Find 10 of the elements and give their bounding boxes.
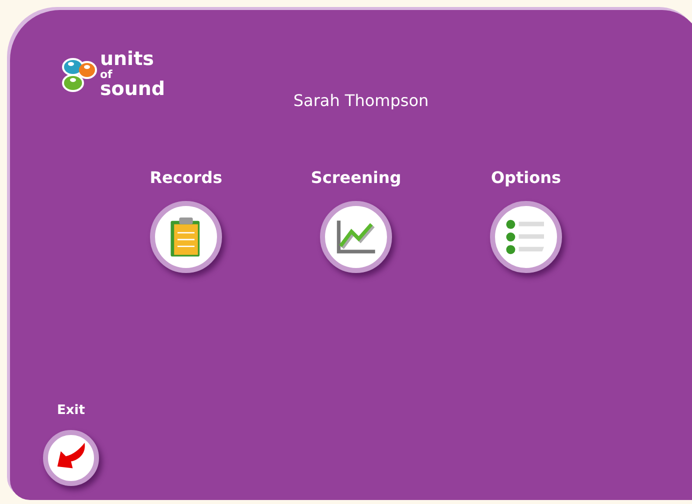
- logo-text: of: [100, 69, 112, 80]
- logo-text: sound: [100, 80, 166, 99]
- menu-label: Options: [490, 168, 562, 187]
- exit-button[interactable]: [43, 430, 99, 486]
- exit-label: Exit: [57, 403, 85, 418]
- menu-label: Records: [150, 168, 222, 187]
- menu-label: Screening: [310, 168, 402, 187]
- bullet-list-icon: [505, 219, 547, 255]
- logo-text: units: [100, 50, 155, 69]
- user-name: Sarah Thompson: [293, 91, 429, 110]
